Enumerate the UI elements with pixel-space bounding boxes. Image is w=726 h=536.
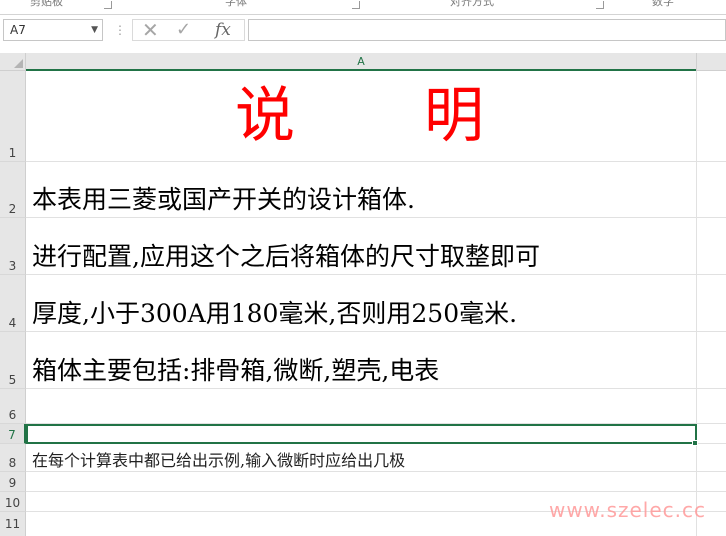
row-header-1[interactable]: 1 (0, 71, 26, 162)
clipboard-launcher-icon[interactable] (104, 1, 112, 9)
active-cell-outline (26, 424, 697, 444)
column-header-blank[interactable] (696, 53, 726, 71)
cell-a3-text: 进行配置,应用这个之后将箱体的尺寸取整即可 (32, 242, 540, 271)
cell-a4[interactable]: 厚度,小于300A用180毫米,否则用250毫米. (26, 275, 696, 332)
cell-b9[interactable] (696, 472, 726, 492)
ribbon-group-alignment[interactable]: 对齐方式 (450, 0, 494, 9)
cell-a8-text: 在每个计算表中都已给出示例,输入微断时应给出几极 (32, 451, 406, 470)
splitter-handle-icon[interactable]: ⋮ (114, 23, 126, 37)
select-all-button[interactable] (0, 53, 26, 71)
row-header-3[interactable]: 3 (0, 218, 26, 275)
row-header-10[interactable]: 10 (0, 492, 26, 512)
cell-a5-text: 箱体主要包括:排骨箱,微断,塑壳,电表 (32, 356, 440, 385)
insert-function-icon[interactable]: fx (215, 20, 231, 40)
cell-b5[interactable] (696, 332, 726, 389)
cell-a6[interactable] (26, 389, 696, 424)
row-header-4[interactable]: 4 (0, 275, 26, 332)
cancel-icon[interactable]: ✕ (142, 20, 159, 40)
alignment-launcher-icon[interactable] (596, 1, 604, 9)
cell-b1[interactable] (696, 71, 726, 162)
row-header-5[interactable]: 5 (0, 332, 26, 389)
row-header-6[interactable]: 6 (0, 389, 26, 424)
formula-input[interactable] (248, 19, 726, 41)
cell-a9[interactable] (26, 472, 696, 492)
cell-a3[interactable]: 进行配置,应用这个之后将箱体的尺寸取整即可 (26, 218, 696, 275)
watermark: www.szelec.cc (548, 498, 706, 522)
cell-a8[interactable]: 在每个计算表中都已给出示例,输入微断时应给出几极 (26, 444, 696, 472)
name-box-value: A7 (10, 23, 26, 37)
enter-check-icon[interactable]: ✓ (176, 20, 191, 40)
cell-b7[interactable] (696, 424, 726, 444)
title-cell-text: 说 明 (235, 81, 487, 151)
cell-a4-text: 厚度,小于300A用180毫米,否则用250毫米. (32, 299, 518, 328)
row-header-9[interactable]: 9 (0, 472, 26, 492)
font-launcher-icon[interactable] (352, 1, 360, 9)
cell-a2[interactable]: 本表用三菱或国产开关的设计箱体. (26, 162, 696, 218)
cell-b4[interactable] (696, 275, 726, 332)
formula-buttons: ✕ ✓ fx (132, 19, 245, 41)
ribbon-group-font[interactable]: 字体 (225, 0, 247, 9)
cell-b3[interactable] (696, 218, 726, 275)
cell-a5[interactable]: 箱体主要包括:排骨箱,微断,塑壳,电表 (26, 332, 696, 389)
fill-handle[interactable] (692, 440, 698, 446)
ribbon-group-strip: 剪贴板 字体 对齐方式 数字 (0, 0, 726, 15)
cell-b8[interactable] (696, 444, 726, 472)
column-header-a[interactable]: A (26, 53, 696, 71)
row-header-7[interactable]: 7 (0, 424, 26, 444)
ribbon-group-clipboard[interactable]: 剪贴板 (30, 0, 63, 9)
cell-a2-text: 本表用三菱或国产开关的设计箱体. (32, 185, 415, 214)
row-header-8[interactable]: 8 (0, 444, 26, 472)
row-header-11[interactable]: 11 (0, 512, 26, 536)
cell-a1[interactable]: 说 明 (26, 71, 696, 162)
row-header-2[interactable]: 2 (0, 162, 26, 218)
cell-b2[interactable] (696, 162, 726, 218)
chevron-down-icon[interactable]: ▼ (91, 20, 98, 40)
cell-b6[interactable] (696, 389, 726, 424)
ribbon-group-number[interactable]: 数字 (652, 0, 674, 9)
name-box[interactable]: A7 ▼ (3, 19, 103, 41)
formula-bar: A7 ▼ ⋮ ✕ ✓ fx (0, 15, 726, 51)
